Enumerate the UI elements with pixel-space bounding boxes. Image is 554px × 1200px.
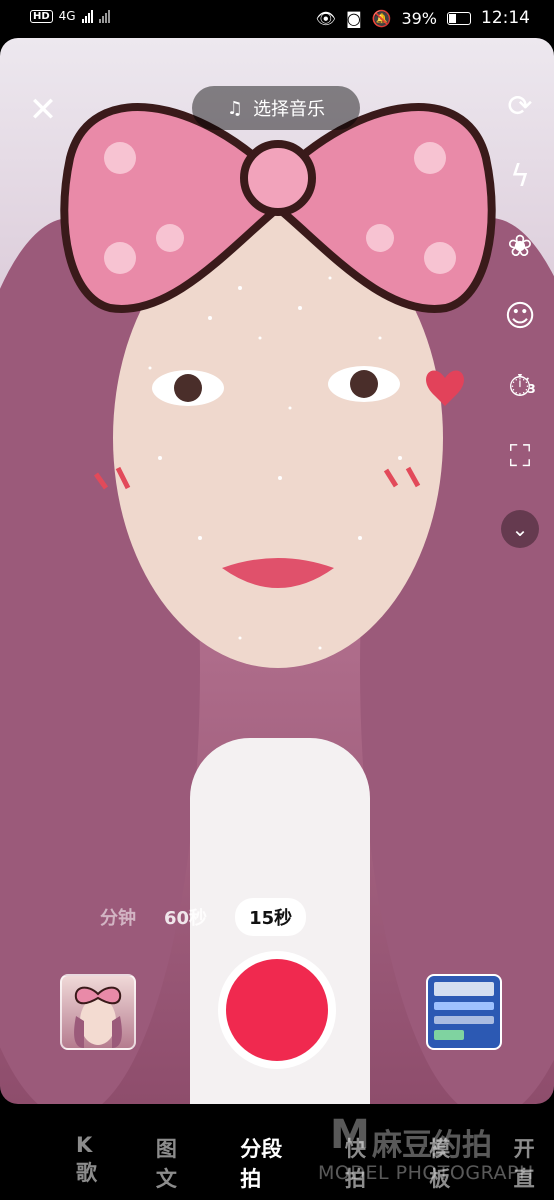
eye-icon: 👁 [315, 8, 336, 28]
face-layer [60, 103, 496, 668]
watermark-logo: M [330, 1112, 370, 1158]
close-icon[interactable]: ✕ [26, 93, 60, 127]
duration-option[interactable]: 分钟 [100, 904, 136, 930]
beauty-icon[interactable]: ☺ [504, 300, 535, 334]
timer-badge: 3 [527, 382, 536, 396]
tab-karaoke[interactable]: K歌 [76, 1133, 112, 1193]
scan-frame-icon[interactable]: ⛶ [510, 440, 531, 474]
effect-preview-image [74, 986, 122, 1048]
tab-image-text[interactable]: 图文 [156, 1133, 196, 1193]
chevron-down-icon[interactable]: ⌄ [501, 510, 539, 548]
watermark-subtitle: MODEL PHOTOGRAPH [318, 1162, 534, 1184]
tab-segment-shoot[interactable]: 分段拍 [240, 1133, 301, 1193]
status-bar: HD 4G 👁 ◙ 🔕 39% 12:14 [0, 0, 554, 38]
network-label: 4G [58, 9, 76, 23]
camera-preview[interactable]: ✕ ♫ 选择音乐 ⟳ ϟ ❀ ☺ ⏱ 3 ⛶ ⌄ 分钟 60秒 15秒 [0, 38, 554, 1104]
watermark-brand: 麻豆约拍 [372, 1128, 492, 1163]
signal-icon [81, 9, 93, 23]
clock: 12:14 [481, 8, 530, 28]
status-left: HD 4G [30, 9, 110, 23]
pupil-right [350, 370, 378, 398]
duration-option-selected[interactable]: 15秒 [235, 898, 307, 936]
effects-thumbnail[interactable] [60, 974, 136, 1050]
pupil-left [174, 374, 202, 402]
side-toolbar: ⟳ ϟ ❀ ☺ ⏱ 3 ⛶ ⌄ [500, 90, 540, 548]
battery-icon [447, 11, 471, 25]
duration-option[interactable]: 60秒 [164, 904, 207, 930]
hd-badge: HD [30, 9, 53, 23]
flip-camera-icon[interactable]: ⟳ [507, 90, 532, 124]
select-music-button[interactable]: ♫ 选择音乐 [192, 86, 360, 130]
record-button-ring[interactable] [218, 951, 336, 1069]
mute-icon: 🔕 [371, 8, 392, 28]
duration-selector: 分钟 60秒 15秒 [100, 898, 307, 936]
flash-off-icon[interactable]: ϟ [510, 160, 530, 194]
signal-icon-2 [98, 9, 110, 23]
filter-icon[interactable]: ❀ [507, 230, 532, 264]
music-label: 选择音乐 [253, 99, 326, 120]
camera-status-icon: ◙ [345, 8, 362, 28]
status-right: 👁 ◙ 🔕 39% 12:14 [316, 8, 530, 28]
music-note-icon: ♫ [226, 97, 244, 119]
gallery-thumbnail[interactable] [426, 974, 502, 1050]
timer-icon[interactable]: ⏱ 3 [508, 370, 535, 404]
battery-percent: 39% [401, 8, 437, 28]
record-button[interactable] [226, 959, 328, 1061]
